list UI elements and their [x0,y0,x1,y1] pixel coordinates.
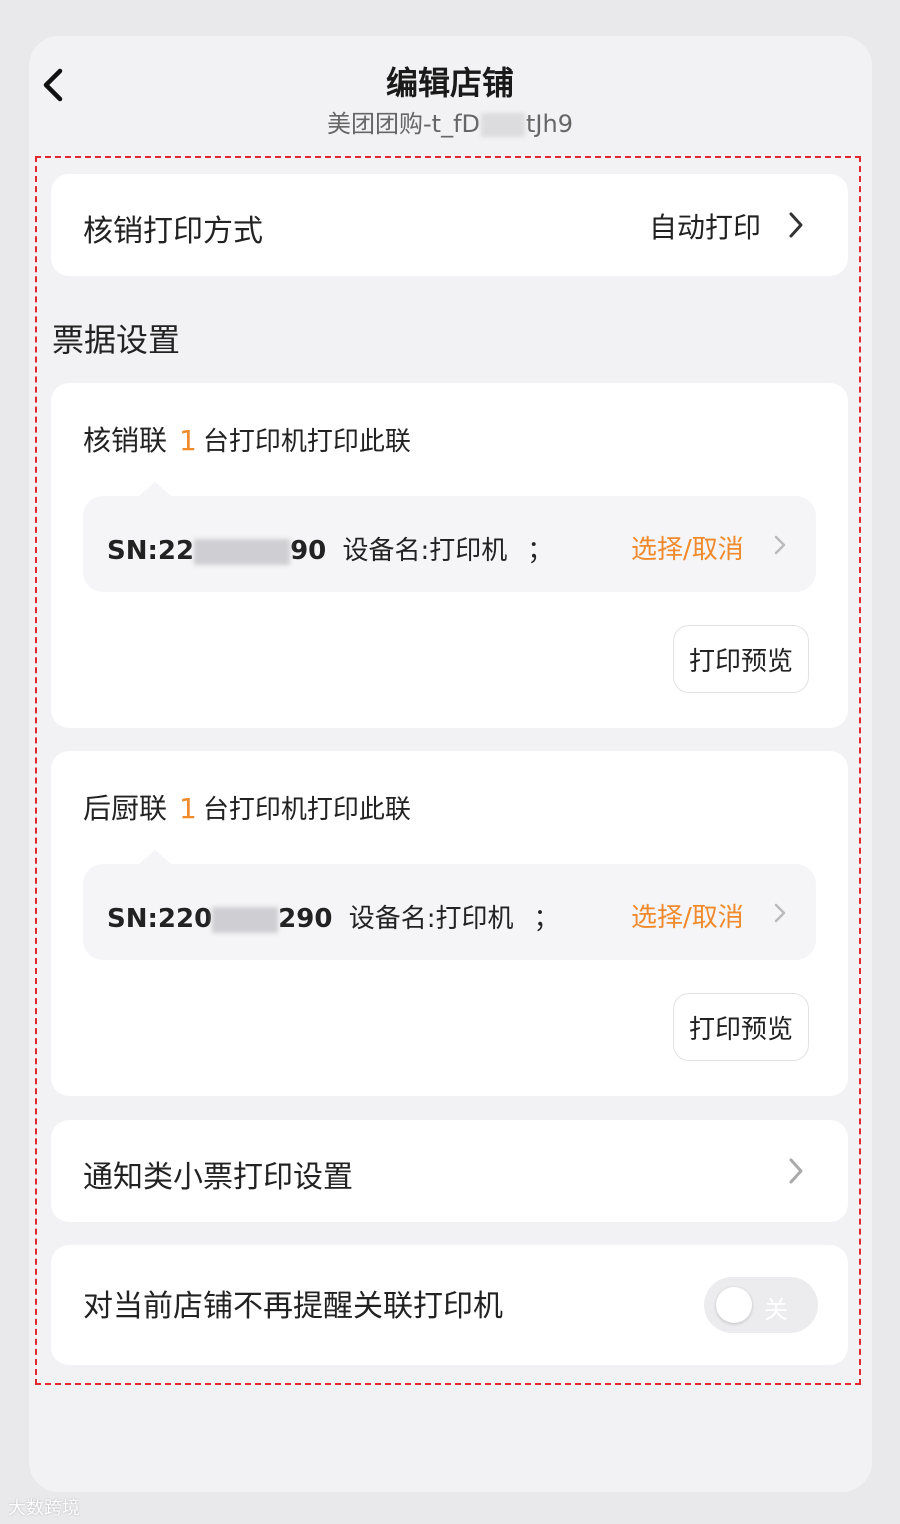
chevron-right-icon [774,903,786,923]
print-preview-button[interactable]: 打印预览 [673,625,809,693]
print-preview-button[interactable]: 打印预览 [673,993,809,1061]
printer-count-suffix: 台打印机打印此联 [202,427,411,457]
notice-print-label: 通知类小票打印设置 [83,1160,353,1195]
printer-sn: SN:220 290 设备名:打印机； [107,904,560,934]
printer-count: 1 [179,792,197,825]
ticket-card-verify: 核销联 1 台打印机打印此联 SN:22 90 设备名:打印机； 选择/取消 打印预览 [51,383,848,728]
masked-text [194,538,291,565]
device-name: 设备名:打印机 [342,536,508,566]
verify-print-value: 自动打印 [649,211,762,244]
toggle-state-label: 关 [764,1296,788,1324]
verify-print-row[interactable]: 核销打印方式 自动打印 [51,174,848,276]
pointer-arrow [139,482,171,496]
ticket-name: 后厨联 [83,792,168,825]
separator: ； [533,904,560,934]
chevron-right-icon [774,535,786,555]
separator: ； [527,536,554,566]
chevron-right-icon [789,212,803,238]
printer-entry[interactable]: SN:22 90 设备名:打印机； 选择/取消 [83,482,816,592]
no-remind-row: 对当前店铺不再提醒关联打印机 关 [51,1245,848,1365]
printer-count-suffix: 台打印机打印此联 [202,795,411,825]
printer-entry[interactable]: SN:220 290 设备名:打印机； 选择/取消 [83,850,816,960]
ticket-header: 核销联 1 台打印机打印此联 [83,419,411,459]
page-title: 编辑店铺 [385,64,514,102]
printer-sn: SN:22 90 设备名:打印机； [107,536,554,566]
printer-count: 1 [179,424,197,457]
ticket-header: 后厨联 1 台打印机打印此联 [83,787,411,827]
toggle-knob [716,1287,752,1323]
select-cancel-link[interactable]: 选择/取消 [631,897,744,934]
device-name: 设备名:打印机 [348,904,514,934]
watermark: 大数跨境 [8,1498,80,1519]
masked-text [481,113,526,137]
notice-print-row[interactable]: 通知类小票打印设置 [51,1120,848,1222]
chevron-right-icon [789,1158,803,1184]
pointer-arrow [139,850,171,864]
store-name: 美团团购-t_fD tJh9 [327,110,573,138]
verify-print-label: 核销打印方式 [83,214,263,249]
masked-text [212,906,279,933]
ticket-name: 核销联 [83,424,168,457]
ticket-card-kitchen: 后厨联 1 台打印机打印此联 SN:220 290 设备名:打印机； 选择/取消 打印… [51,751,848,1096]
no-remind-toggle[interactable]: 关 [704,1277,818,1333]
ticket-settings-title: 票据设置 [52,321,181,359]
no-remind-label: 对当前店铺不再提醒关联打印机 [83,1289,503,1324]
select-cancel-link[interactable]: 选择/取消 [631,529,744,566]
